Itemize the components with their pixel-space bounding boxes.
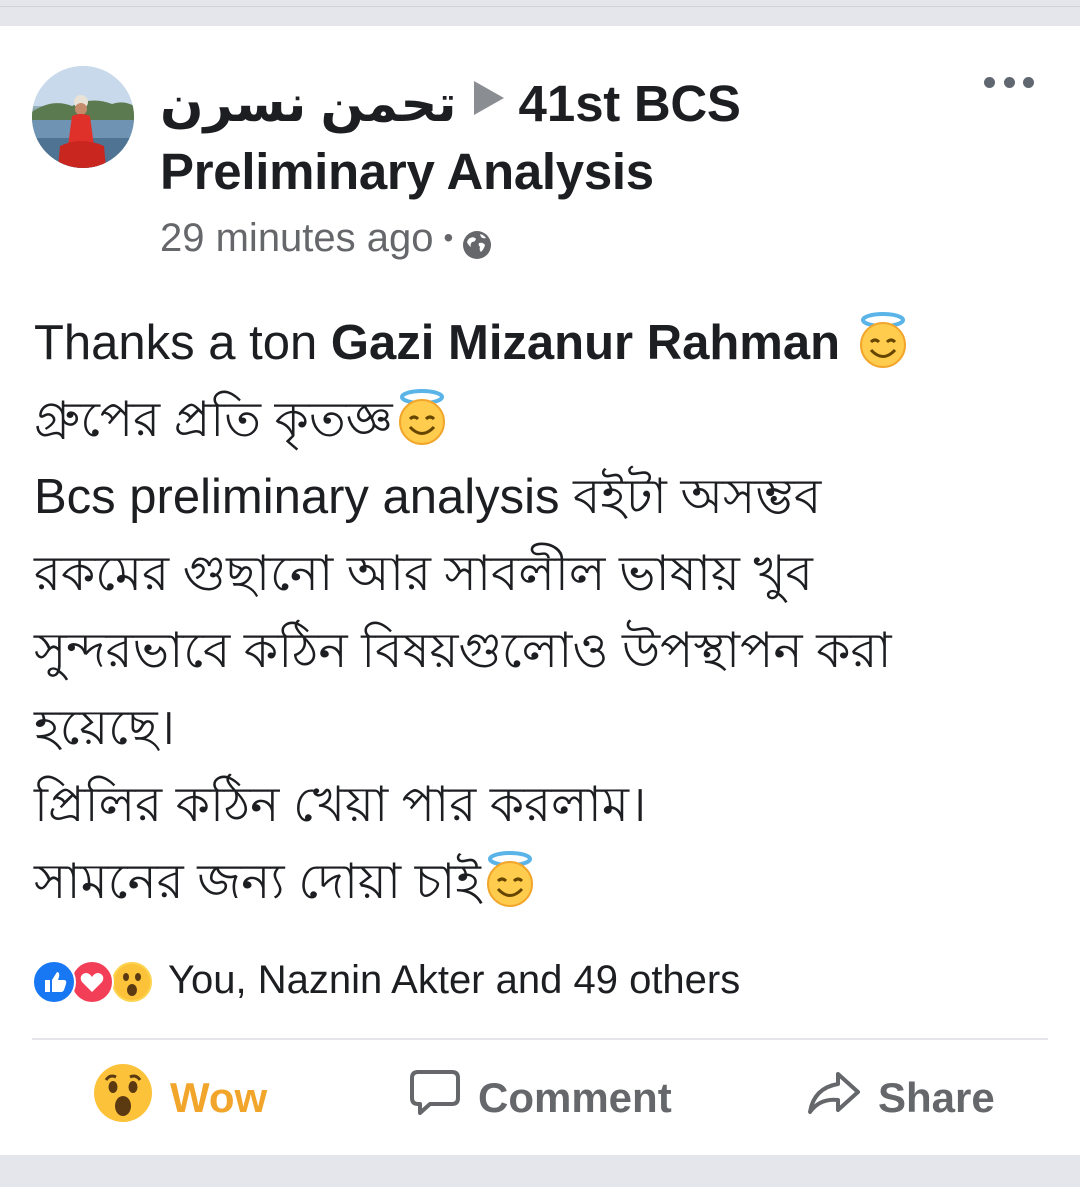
wow-icon (92, 1062, 154, 1134)
share-label: Share (878, 1074, 995, 1121)
reactions-summary-text[interactable]: You, Naznin Akter and 49 others (168, 958, 740, 1003)
like-icon (32, 960, 76, 1004)
facebook-post-screen: تحمن نسرن 41st BCS Preliminary Analysis 2… (0, 0, 1080, 1187)
post-body: Thanks a ton Gazi Mizanur Rahman গ্রুপের… (34, 305, 1044, 921)
love-icon (70, 960, 114, 1004)
post-text: গ্রুপের প্রতি কৃতজ্ঞ (34, 393, 393, 447)
post-line-3: Bcs preliminary analysis বইটা অসম্ভব (34, 470, 822, 524)
comment-icon (408, 1068, 462, 1128)
wow-icon (110, 960, 154, 1004)
top-separator-band (0, 0, 1080, 26)
author-avatar[interactable] (32, 66, 134, 168)
share-button[interactable]: Share (806, 1058, 995, 1138)
post-meta: 29 minutes ago • (160, 212, 493, 264)
more-horizontal-icon[interactable] (984, 72, 1034, 92)
post-line-5: সুন্দরভাবে কঠিন বিষয়গুলোও উপস্থাপন করা (34, 624, 892, 678)
post-line-7: প্রিলির কঠিন খেয়া পার করলাম। (34, 778, 647, 832)
actions-divider (32, 1038, 1048, 1040)
post-line-1: Thanks a ton Gazi Mizanur Rahman (34, 305, 1044, 382)
comment-button[interactable]: Comment (408, 1058, 672, 1138)
post-header-title: تحمن نسرن 41st BCS Preliminary Analysis (160, 70, 940, 206)
post-line-4: রকমের গুছানো আর সাবলীল ভাষায় খুব (34, 547, 813, 601)
post-line-8: সামনের জন্য দোয়া চাই (34, 844, 1044, 921)
share-icon (806, 1068, 862, 1128)
more-dot-1 (984, 76, 995, 88)
post-timestamp[interactable]: 29 minutes ago (160, 212, 434, 264)
more-dot-2 (1003, 76, 1015, 88)
post-text: Thanks a ton (34, 316, 331, 370)
author-name-link[interactable]: تحمن نسرن (160, 75, 457, 132)
reaction-icons (32, 957, 164, 1004)
smiling-face-with-halo-icon (481, 850, 539, 931)
posted-to-arrow-icon (474, 81, 505, 115)
mentioned-user-link[interactable]: Gazi Mizanur Rahman (331, 316, 840, 370)
globe-icon[interactable] (461, 222, 493, 259)
bottom-separator-band (0, 1155, 1080, 1187)
post-line-2: গ্রুপের প্রতি কৃতজ্ঞ (34, 382, 1044, 459)
comment-label: Comment (478, 1074, 672, 1121)
meta-separator: • (443, 222, 454, 253)
post-action-bar: Wow Comment Share (0, 1058, 1080, 1138)
more-dot-3 (1023, 76, 1034, 88)
post-text: সামনের জন্য দোয়া চাই (34, 855, 481, 909)
post-line-6: হয়েছে। (34, 701, 176, 755)
smiling-face-with-halo-icon (854, 311, 912, 392)
reactions-summary[interactable]: You, Naznin Akter and 49 others (32, 954, 740, 1006)
wow-reaction-button[interactable]: Wow (92, 1058, 267, 1138)
wow-label: Wow (170, 1074, 268, 1121)
smiling-face-with-halo-icon (393, 388, 451, 469)
